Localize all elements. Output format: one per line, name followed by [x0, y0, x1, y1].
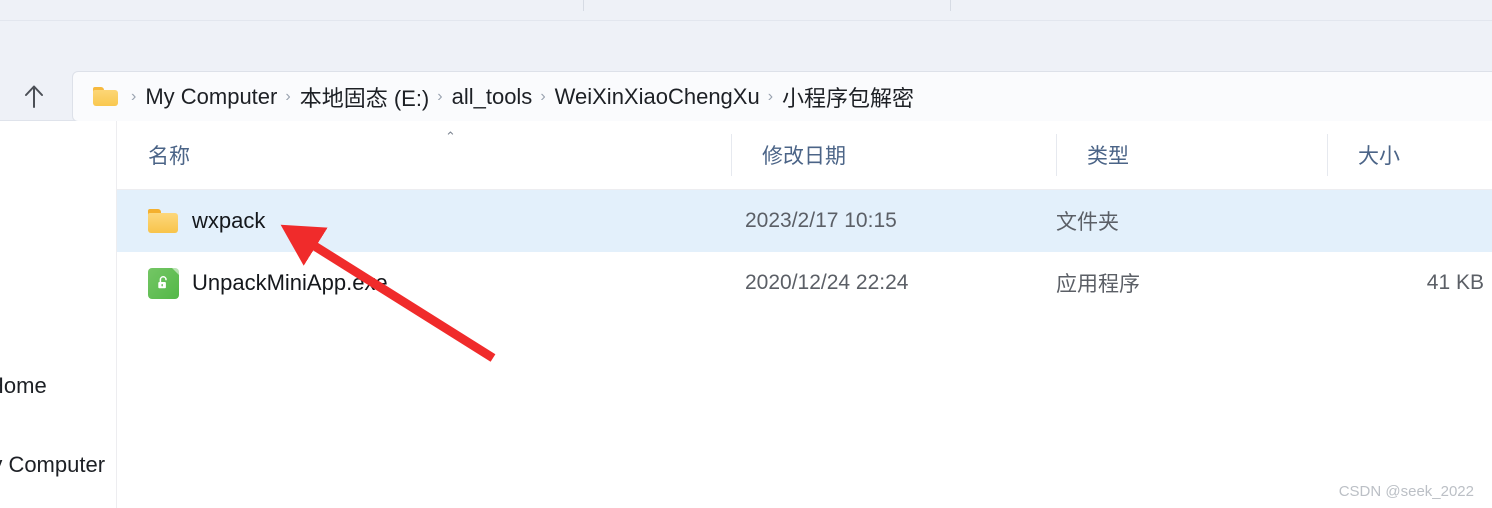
- address-bar-area: › My Computer › 本地固态 (E:) › all_tools › …: [0, 21, 1492, 122]
- breadcrumb-separator: ›: [131, 87, 137, 105]
- column-header-name[interactable]: 名称: [117, 121, 731, 189]
- column-header-date[interactable]: 修改日期: [731, 121, 1056, 189]
- csdn-watermark: CSDN @seek_2022: [1338, 483, 1474, 500]
- breadcrumb-separator: ›: [437, 87, 443, 105]
- file-name-cell: UnpackMiniApp.exe: [148, 267, 388, 299]
- table-row[interactable]: wxpack 2023/2/17 10:15 文件夹: [117, 190, 1492, 252]
- table-row[interactable]: UnpackMiniApp.exe 2020/12/24 22:24 应用程序 …: [117, 252, 1492, 314]
- file-list-view: 名称 ⌃ 修改日期 类型 大小 wxpack 2023/2/17 10:15 文…: [117, 121, 1492, 508]
- file-size-cell: 41 KB: [1426, 271, 1484, 294]
- column-header-size-label: 大小: [1358, 145, 1400, 168]
- breadcrumb-item-0[interactable]: My Computer: [145, 84, 277, 110]
- file-name-label: wxpack: [192, 208, 266, 233]
- navigation-pane: Home My Computer: [0, 121, 117, 508]
- file-name-label: UnpackMiniApp.exe: [192, 270, 388, 295]
- breadcrumb-item-2[interactable]: all_tools: [452, 84, 533, 110]
- folder-icon: [148, 208, 192, 234]
- window-toolbar-strip: [0, 0, 1492, 21]
- file-rows: wxpack 2023/2/17 10:15 文件夹 UnpackMiniApp…: [117, 190, 1492, 314]
- up-arrow-icon: [22, 83, 46, 109]
- up-one-level-button[interactable]: [14, 76, 54, 116]
- column-header-date-label: 修改日期: [762, 145, 846, 168]
- unlock-application-icon: [148, 267, 192, 299]
- nav-item-fragment-home[interactable]: Home: [0, 373, 47, 399]
- toolbar-divider-1: [583, 0, 584, 11]
- address-folder-icon: [93, 86, 119, 107]
- file-date-cell: 2020/12/24 22:24: [745, 271, 909, 294]
- sort-ascending-caret-icon: ⌃: [445, 129, 456, 144]
- file-date-cell: 2023/2/17 10:15: [745, 209, 897, 232]
- toolbar-divider-2: [950, 0, 951, 11]
- column-header-type[interactable]: 类型: [1056, 121, 1327, 189]
- breadcrumb-separator: ›: [285, 87, 291, 105]
- breadcrumb-item-3[interactable]: WeiXinXiaoChengXu: [555, 84, 760, 110]
- file-type-cell: 应用程序: [1056, 273, 1140, 296]
- breadcrumb-separator: ›: [767, 87, 774, 105]
- column-header-size[interactable]: 大小: [1327, 121, 1492, 189]
- breadcrumb-item-1[interactable]: 本地固态 (E:): [300, 81, 430, 113]
- column-header-name-label: 名称: [148, 145, 190, 168]
- file-name-cell: wxpack: [148, 208, 265, 234]
- breadcrumb-item-4[interactable]: 小程序包解密: [782, 81, 914, 113]
- file-type-cell: 文件夹: [1056, 211, 1119, 234]
- breadcrumb-address-box[interactable]: › My Computer › 本地固态 (E:) › all_tools › …: [72, 71, 1492, 122]
- nav-item-fragment-my-computer[interactable]: My Computer: [0, 452, 105, 478]
- column-header-type-label: 类型: [1087, 145, 1129, 168]
- breadcrumb-separator: ›: [540, 87, 546, 105]
- column-header-row: 名称 ⌃ 修改日期 类型 大小: [117, 121, 1492, 190]
